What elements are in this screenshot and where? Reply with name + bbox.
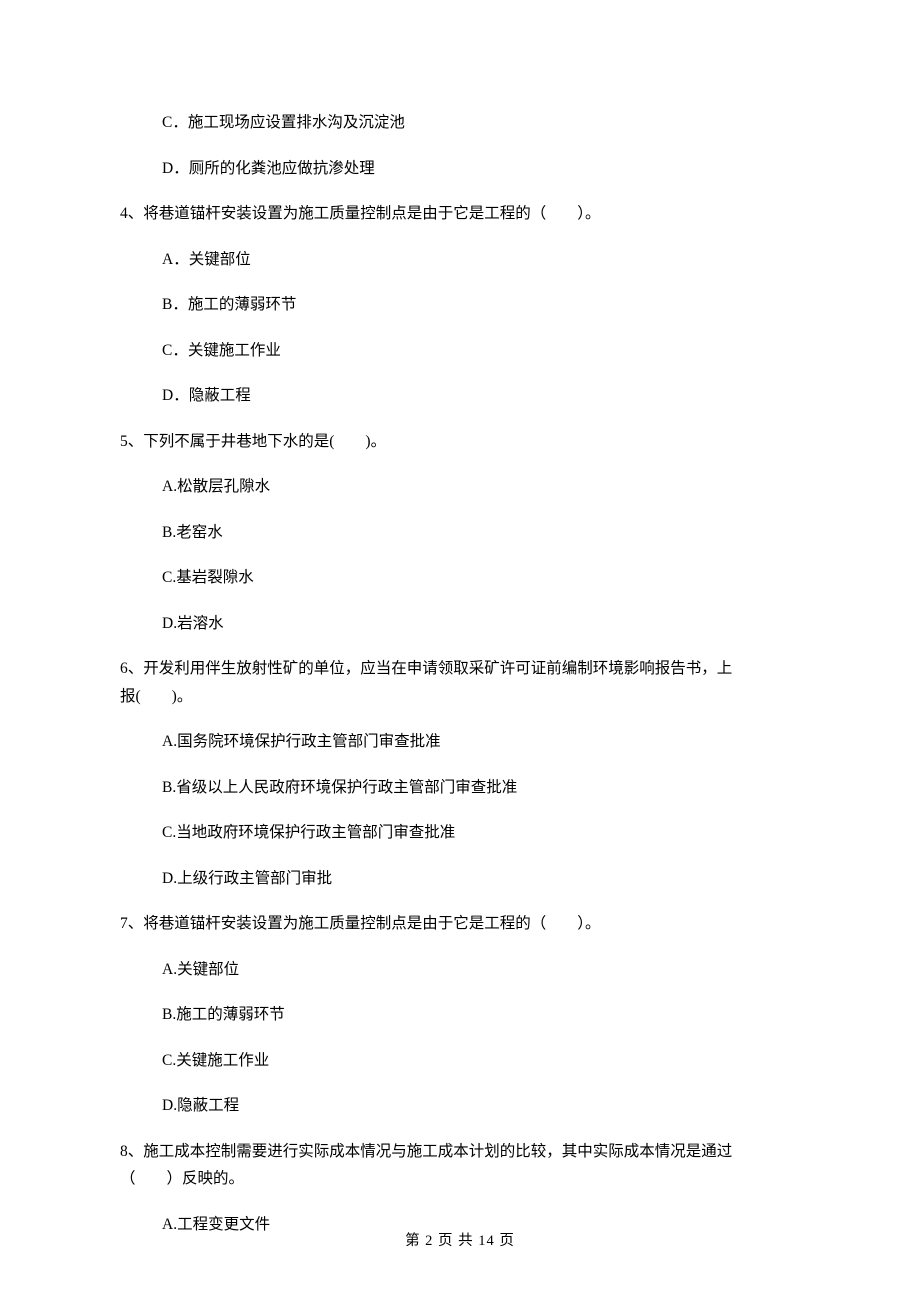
page: C．施工现场应设置排水沟及沉淀池 D．厕所的化粪池应做抗渗处理 4、将巷道锚杆安… bbox=[0, 0, 920, 1302]
page-footer: 第 2 页 共 14 页 bbox=[0, 1229, 920, 1250]
q8-stem-line1: 8、施工成本控制需要进行实际成本情况与施工成本计划的比较，其中实际成本情况是通过 bbox=[120, 1144, 800, 1160]
q6-option-a: A.国务院环境保护行政主管部门审查批准 bbox=[162, 734, 800, 750]
q8-stem-line2: （ ）反映的。 bbox=[120, 1171, 800, 1187]
q5-option-a: A.松散层孔隙水 bbox=[162, 479, 800, 495]
q6-option-c: C.当地政府环境保护行政主管部门审查批准 bbox=[162, 825, 800, 841]
q6-stem-line1: 6、开发利用伴生放射性矿的单位，应当在申请领取采矿许可证前编制环境影响报告书，上 bbox=[120, 661, 800, 677]
q5-option-b: B.老窑水 bbox=[162, 525, 800, 541]
q4-stem: 4、将巷道锚杆安装设置为施工质量控制点是由于它是工程的（ ）。 bbox=[120, 206, 800, 222]
q6-stem-line2: 报( )。 bbox=[120, 689, 800, 705]
q6-option-b: B.省级以上人民政府环境保护行政主管部门审查批准 bbox=[162, 780, 800, 796]
q4-option-d: D．隐蔽工程 bbox=[162, 388, 800, 404]
q7-option-d: D.隐蔽工程 bbox=[162, 1098, 800, 1114]
q6-option-d: D.上级行政主管部门审批 bbox=[162, 871, 800, 887]
q7-option-b: B.施工的薄弱环节 bbox=[162, 1007, 800, 1023]
q4-option-b: B．施工的薄弱环节 bbox=[162, 297, 800, 313]
q5-stem: 5、下列不属于井巷地下水的是( )。 bbox=[120, 434, 800, 450]
q5-option-c: C.基岩裂隙水 bbox=[162, 570, 800, 586]
q5-option-d: D.岩溶水 bbox=[162, 616, 800, 632]
q4-option-a: A．关键部位 bbox=[162, 252, 800, 268]
q7-option-c: C.关键施工作业 bbox=[162, 1053, 800, 1069]
q3-option-c: C．施工现场应设置排水沟及沉淀池 bbox=[162, 115, 800, 131]
q4-option-c: C．关键施工作业 bbox=[162, 343, 800, 359]
q7-option-a: A.关键部位 bbox=[162, 962, 800, 978]
q7-stem: 7、将巷道锚杆安装设置为施工质量控制点是由于它是工程的（ ）。 bbox=[120, 916, 800, 932]
q3-option-d: D．厕所的化粪池应做抗渗处理 bbox=[162, 161, 800, 177]
